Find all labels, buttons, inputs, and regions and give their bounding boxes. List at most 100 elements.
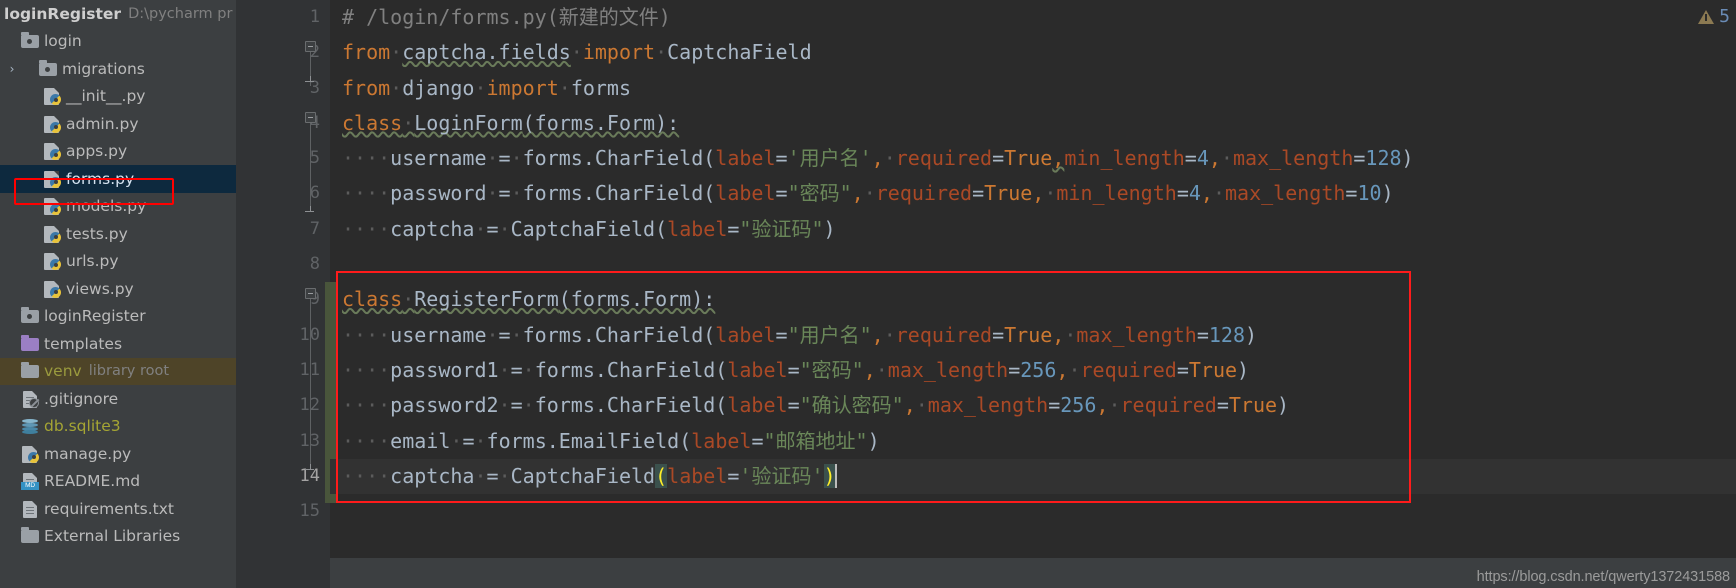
code-editor[interactable]: # /login/forms.py(新建的文件) from·captcha.fi… <box>330 0 1736 588</box>
sidebar-item-label: templates <box>44 334 123 353</box>
sidebar-item-loginregister[interactable]: loginRegister <box>0 303 236 331</box>
sidebar-item-tests-py[interactable]: tests.py <box>0 220 236 248</box>
line-number: 15 <box>299 501 320 522</box>
sidebar-item-admin-py[interactable]: admin.py <box>0 110 236 138</box>
indent-dots: ···· <box>342 428 391 453</box>
space-dot: · <box>522 357 535 382</box>
line-number: 10 <box>299 324 320 345</box>
sidebar-item-migrations[interactable]: › migrations <box>0 55 236 83</box>
sidebar-item-urls-py[interactable]: urls.py <box>0 248 236 276</box>
string-password: "密码" <box>799 357 864 382</box>
code-line-5[interactable]: ····username·=·forms.CharField(label='用户… <box>330 141 1736 176</box>
code-line-9[interactable]: class·RegisterForm(forms.Form): <box>330 282 1736 317</box>
assign-operator: = <box>992 146 1005 171</box>
sidebar-item-venv[interactable]: venv library root <box>0 357 236 385</box>
sidebar-item-forms-py[interactable]: forms.py <box>0 165 236 193</box>
code-line-11[interactable]: ····password1·=·forms.CharField(label="密… <box>330 353 1736 388</box>
code-line-10[interactable]: ····username·=·forms.CharField(label="用户… <box>330 318 1736 353</box>
space-dot: · <box>510 146 523 171</box>
sidebar-item-label: migrations <box>62 59 145 78</box>
inspection-warning-indicator[interactable]: 5 <box>1698 6 1730 27</box>
assign-operator: = <box>498 181 511 206</box>
fold-handle-line2[interactable] <box>305 41 316 52</box>
string-captcha: "验证码" <box>739 216 824 241</box>
comma: , <box>1200 181 1213 206</box>
matched-open-paren: ( <box>655 463 668 488</box>
space-dot: · <box>498 357 511 382</box>
sidebar-item-login[interactable]: login <box>0 28 236 56</box>
space-dot: · <box>402 287 415 312</box>
code-line-12[interactable]: ····password2·=·forms.CharField(label="确… <box>330 388 1736 423</box>
indent-dots: ···· <box>342 146 391 171</box>
line-number: 4 <box>236 106 330 141</box>
call-charfield: forms.CharField( <box>522 181 716 206</box>
space-dot: · <box>655 40 668 65</box>
code-line-7[interactable]: ····captcha·=·CaptchaField(label="验证码") <box>330 212 1736 247</box>
project-tree-panel[interactable]: loginRegister D:\pycharm pr login › migr… <box>0 0 236 588</box>
space-dot: · <box>498 463 511 488</box>
sidebar-item-init-py[interactable]: __init__.py <box>0 83 236 111</box>
sidebar-item-templates[interactable]: templates <box>0 330 236 358</box>
sidebar-item-gitignore[interactable]: .gitignore <box>0 385 236 413</box>
sidebar-item-requirements-txt[interactable]: requirements.txt <box>0 495 236 523</box>
call-emailfield: forms.EmailField( <box>486 428 692 453</box>
assign-operator: = <box>1008 357 1021 382</box>
string-confirm-password: "确认密码" <box>799 393 904 418</box>
comma: , <box>871 146 884 171</box>
sidebar-item-readme-md[interactable]: MD README.md <box>0 468 236 496</box>
gitignore-file-icon <box>20 390 40 408</box>
space-dot: · <box>402 110 415 135</box>
comma: , <box>1056 357 1069 382</box>
folder-icon <box>20 307 40 325</box>
sidebar-item-apps-py[interactable]: apps.py <box>0 138 236 166</box>
assign-operator: = <box>498 322 511 347</box>
code-line-6[interactable]: ····password·=·forms.CharField(label="密码… <box>330 176 1736 211</box>
code-line-4[interactable]: class·LoginForm(forms.Form): <box>330 106 1736 141</box>
space-dot: · <box>474 75 487 100</box>
editor-gutter[interactable]: 1 2 3 4 5 6 7 8 9 10 11 12 13 14 15 <box>236 0 330 588</box>
line-number: 11 <box>299 359 320 380</box>
sidebar-item-external-libraries[interactable]: External Libraries <box>0 523 236 551</box>
code-line-13[interactable]: ····email·=·forms.EmailField(label="邮箱地址… <box>330 424 1736 459</box>
assign-operator: = <box>775 181 788 206</box>
code-line-3[interactable]: from·django·import·forms <box>330 71 1736 106</box>
line-number: 1 <box>309 7 320 27</box>
comma: , <box>1032 181 1045 206</box>
indent-dots: ···· <box>342 181 391 206</box>
chevron-right-icon[interactable]: › <box>4 63 20 75</box>
call-charfield: forms.CharField( <box>534 357 728 382</box>
call-captchafield: CaptchaField( <box>510 216 668 241</box>
comma: , <box>1096 393 1109 418</box>
code-line-8[interactable] <box>330 247 1736 282</box>
fold-handle-line9[interactable] <box>305 288 316 299</box>
call-charfield: forms.CharField( <box>522 322 716 347</box>
keyword-from: from <box>342 75 391 100</box>
sidebar-item-views-py[interactable]: views.py <box>0 275 236 303</box>
sidebar-item-db-sqlite3[interactable]: db.sqlite3 <box>0 413 236 441</box>
project-root-row[interactable]: loginRegister D:\pycharm pr <box>0 0 236 28</box>
fold-end-line7[interactable] <box>305 206 316 217</box>
fold-end-line3[interactable] <box>305 76 316 87</box>
fold-line-connector <box>310 123 311 211</box>
code-line-1[interactable]: # /login/forms.py(新建的文件) <box>330 0 1736 35</box>
module-django: django <box>402 75 475 100</box>
field-captcha: captcha <box>390 463 475 488</box>
code-line-15[interactable] <box>330 494 1736 529</box>
sidebar-item-manage-py[interactable]: manage.py <box>0 440 236 468</box>
sidebar-item-models-py[interactable]: models.py <box>0 193 236 221</box>
code-line-2[interactable]: from·captcha.fields·import·CaptchaField <box>330 35 1736 70</box>
fold-handle-line4[interactable] <box>305 112 316 123</box>
assign-operator: = <box>787 357 800 382</box>
kwarg-required: required <box>1080 357 1177 382</box>
code-line-14[interactable]: ····captcha·=·CaptchaField(label='验证码') <box>330 458 1736 495</box>
python-file-icon <box>42 252 62 271</box>
field-email: email <box>390 428 451 453</box>
number-128: 128 <box>1208 322 1245 347</box>
space-dot: · <box>510 322 523 347</box>
space-dot: · <box>474 428 487 453</box>
kwarg-label: label <box>727 357 788 382</box>
assign-operator: = <box>1345 181 1358 206</box>
warning-triangle-icon <box>1698 9 1715 24</box>
fold-end-line14[interactable] <box>305 464 316 475</box>
call-charfield: forms.CharField( <box>522 146 716 171</box>
